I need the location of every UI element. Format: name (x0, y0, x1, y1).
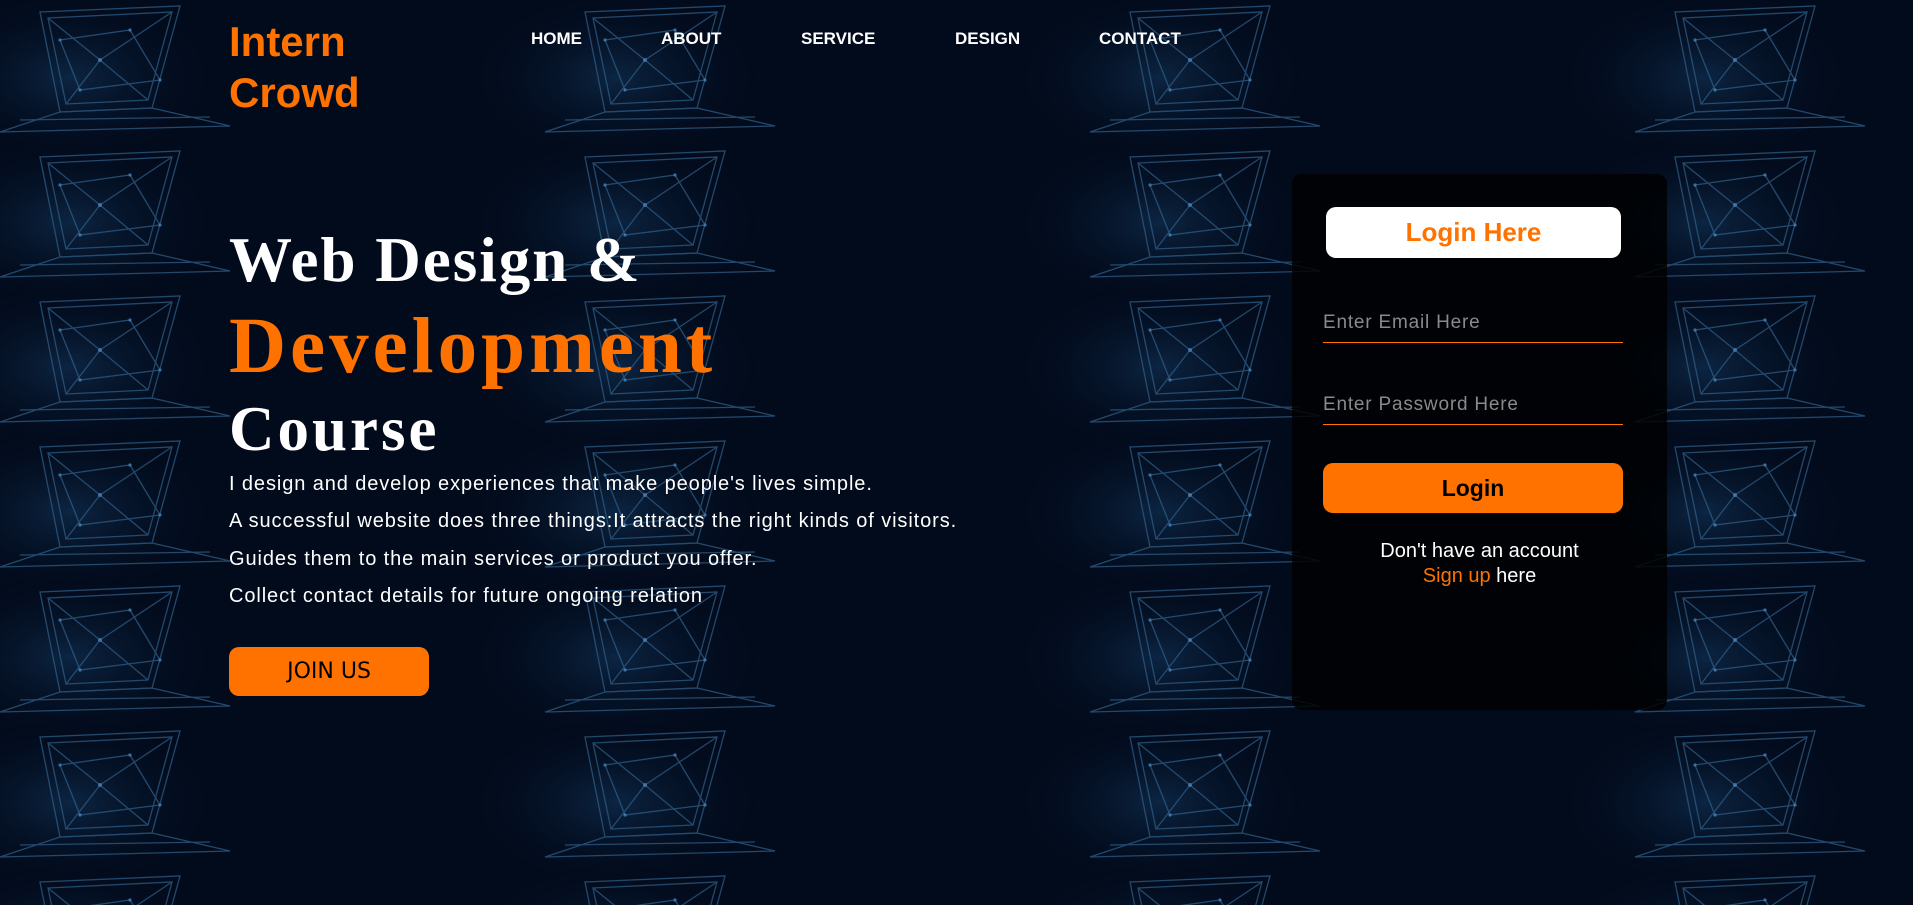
join-us-button[interactable]: JOIN US (229, 647, 429, 696)
nav-service[interactable]: SERVICE (801, 29, 875, 49)
hero-title-line-3: Course (229, 394, 440, 464)
hero-paragraph-3: Guides them to the main services or prod… (229, 548, 758, 570)
nav-design[interactable]: DESIGN (955, 29, 1020, 49)
signup-link[interactable]: Sign up (1423, 565, 1491, 587)
login-title: Login Here (1326, 207, 1621, 258)
login-button[interactable]: Login (1323, 463, 1623, 513)
password-field[interactable] (1323, 385, 1623, 425)
nav-contact[interactable]: CONTACT (1099, 29, 1181, 49)
logo[interactable]: Intern Crowd (229, 16, 360, 118)
logo-line-2: Crowd (229, 69, 360, 116)
hero-paragraph-4: Collect contact details for future ongoi… (229, 585, 703, 607)
login-form-card: Login Here Login Don't have an account S… (1292, 174, 1667, 710)
nav-home[interactable]: HOME (531, 29, 582, 49)
signup-prompt: Don't have an account Sign up here (1292, 539, 1667, 589)
email-field[interactable] (1323, 303, 1623, 343)
no-account-text: Don't have an account (1380, 540, 1579, 562)
hero-paragraph-1: I design and develop experiences that ma… (229, 473, 873, 495)
nav-about[interactable]: ABOUT (661, 29, 721, 49)
logo-line-1: Intern (229, 18, 346, 65)
hero-title-line-2: Development (229, 303, 717, 390)
hero-title-line-1: Web Design & (229, 225, 642, 295)
hero-paragraph-2: A successful website does three things:I… (229, 510, 958, 532)
signup-suffix: here (1490, 565, 1537, 587)
